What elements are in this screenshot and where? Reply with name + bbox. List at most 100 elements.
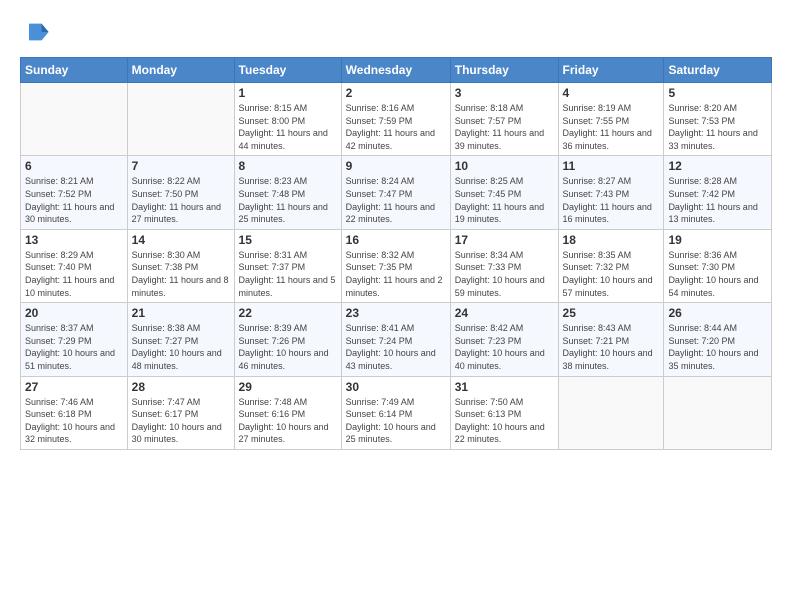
day-info: Sunrise: 7:49 AM Sunset: 6:14 PM Dayligh… <box>346 396 446 446</box>
day-info: Sunrise: 7:50 AM Sunset: 6:13 PM Dayligh… <box>455 396 554 446</box>
day-header-saturday: Saturday <box>664 58 772 83</box>
calendar-cell: 20Sunrise: 8:37 AM Sunset: 7:29 PM Dayli… <box>21 303 128 376</box>
day-info: Sunrise: 8:31 AM Sunset: 7:37 PM Dayligh… <box>239 249 337 299</box>
calendar-cell: 28Sunrise: 7:47 AM Sunset: 6:17 PM Dayli… <box>127 376 234 449</box>
day-number: 9 <box>346 159 446 173</box>
calendar-cell: 25 Sunrise: 8:43 AM Sunset: 7:21 PM Dayli… <box>558 303 664 376</box>
logo-icon <box>22 18 50 46</box>
day-info: Sunrise: 8:24 AM Sunset: 7:47 PM Dayligh… <box>346 175 446 225</box>
calendar-cell <box>127 83 234 156</box>
day-header-wednesday: Wednesday <box>341 58 450 83</box>
calendar-cell: 11 Sunrise: 8:27 AM Sunset: 7:43 PM Dayli… <box>558 156 664 229</box>
day-number: 15 <box>239 233 337 247</box>
day-info: Sunrise: 8:43 AM Sunset: 7:21 PM Dayligh… <box>563 322 660 372</box>
day-info: Sunrise: 8:29 AM Sunset: 7:40 PM Dayligh… <box>25 249 123 299</box>
day-info: Sunrise: 8:15 AM Sunset: 8:00 PM Dayligh… <box>239 102 337 152</box>
day-number: 29 <box>239 380 337 394</box>
day-number: 12 <box>668 159 767 173</box>
day-info: Sunrise: 8:20 AM Sunset: 7:53 PM Dayligh… <box>668 102 767 152</box>
day-info: Sunrise: 8:16 AM Sunset: 7:59 PM Dayligh… <box>346 102 446 152</box>
page: SundayMondayTuesdayWednesdayThursdayFrid… <box>0 0 792 612</box>
day-number: 11 <box>563 159 660 173</box>
calendar-cell: 21 Sunrise: 8:38 AM Sunset: 7:27 PM Dayli… <box>127 303 234 376</box>
day-header-monday: Monday <box>127 58 234 83</box>
calendar-cell: 13Sunrise: 8:29 AM Sunset: 7:40 PM Dayli… <box>21 229 128 302</box>
day-info: Sunrise: 8:27 AM Sunset: 7:43 PM Dayligh… <box>563 175 660 225</box>
calendar-cell: 8 Sunrise: 8:23 AM Sunset: 7:48 PM Daylig… <box>234 156 341 229</box>
calendar-cell: 12 Sunrise: 8:28 AM Sunset: 7:42 PM Dayli… <box>664 156 772 229</box>
day-info: Sunrise: 8:42 AM Sunset: 7:23 PM Dayligh… <box>455 322 554 372</box>
day-info: Sunrise: 8:39 AM Sunset: 7:26 PM Dayligh… <box>239 322 337 372</box>
day-info: Sunrise: 8:25 AM Sunset: 7:45 PM Dayligh… <box>455 175 554 225</box>
calendar-cell <box>664 376 772 449</box>
calendar-week-row: 13Sunrise: 8:29 AM Sunset: 7:40 PM Dayli… <box>21 229 772 302</box>
calendar-cell: 18Sunrise: 8:35 AM Sunset: 7:32 PM Dayli… <box>558 229 664 302</box>
calendar-cell: 24 Sunrise: 8:42 AM Sunset: 7:23 PM Dayli… <box>450 303 558 376</box>
header <box>20 18 772 51</box>
day-info: Sunrise: 8:32 AM Sunset: 7:35 PM Dayligh… <box>346 249 446 299</box>
day-number: 27 <box>25 380 123 394</box>
day-number: 25 <box>563 306 660 320</box>
day-info: Sunrise: 8:23 AM Sunset: 7:48 PM Dayligh… <box>239 175 337 225</box>
day-number: 8 <box>239 159 337 173</box>
calendar-cell: 1 Sunrise: 8:15 AM Sunset: 8:00 PM Daylig… <box>234 83 341 156</box>
calendar-table: SundayMondayTuesdayWednesdayThursdayFrid… <box>20 57 772 450</box>
day-number: 3 <box>455 86 554 100</box>
logo <box>20 18 50 51</box>
calendar-cell: 14Sunrise: 8:30 AM Sunset: 7:38 PM Dayli… <box>127 229 234 302</box>
day-number: 22 <box>239 306 337 320</box>
day-number: 30 <box>346 380 446 394</box>
calendar-cell <box>558 376 664 449</box>
day-info: Sunrise: 8:19 AM Sunset: 7:55 PM Dayligh… <box>563 102 660 152</box>
calendar-cell: 9 Sunrise: 8:24 AM Sunset: 7:47 PM Daylig… <box>341 156 450 229</box>
day-number: 23 <box>346 306 446 320</box>
day-number: 17 <box>455 233 554 247</box>
day-number: 19 <box>668 233 767 247</box>
day-info: Sunrise: 8:37 AM Sunset: 7:29 PM Dayligh… <box>25 322 123 372</box>
calendar-cell: 22 Sunrise: 8:39 AM Sunset: 7:26 PM Dayli… <box>234 303 341 376</box>
day-number: 10 <box>455 159 554 173</box>
calendar-cell: 2 Sunrise: 8:16 AM Sunset: 7:59 PM Daylig… <box>341 83 450 156</box>
calendar-cell: 29 Sunrise: 7:48 AM Sunset: 6:16 PM Dayli… <box>234 376 341 449</box>
day-info: Sunrise: 8:28 AM Sunset: 7:42 PM Dayligh… <box>668 175 767 225</box>
day-number: 18 <box>563 233 660 247</box>
day-number: 4 <box>563 86 660 100</box>
calendar-week-row: 1 Sunrise: 8:15 AM Sunset: 8:00 PM Daylig… <box>21 83 772 156</box>
day-info: Sunrise: 8:38 AM Sunset: 7:27 PM Dayligh… <box>132 322 230 372</box>
day-number: 24 <box>455 306 554 320</box>
day-number: 1 <box>239 86 337 100</box>
calendar-header-row: SundayMondayTuesdayWednesdayThursdayFrid… <box>21 58 772 83</box>
day-number: 2 <box>346 86 446 100</box>
day-number: 21 <box>132 306 230 320</box>
calendar-cell: 10 Sunrise: 8:25 AM Sunset: 7:45 PM Dayli… <box>450 156 558 229</box>
calendar-cell: 31 Sunrise: 7:50 AM Sunset: 6:13 PM Dayli… <box>450 376 558 449</box>
day-header-thursday: Thursday <box>450 58 558 83</box>
day-header-tuesday: Tuesday <box>234 58 341 83</box>
day-info: Sunrise: 8:36 AM Sunset: 7:30 PM Dayligh… <box>668 249 767 299</box>
day-header-friday: Friday <box>558 58 664 83</box>
calendar-week-row: 20Sunrise: 8:37 AM Sunset: 7:29 PM Dayli… <box>21 303 772 376</box>
calendar-cell: 16 Sunrise: 8:32 AM Sunset: 7:35 PM Dayli… <box>341 229 450 302</box>
calendar-cell: 7 Sunrise: 8:22 AM Sunset: 7:50 PM Daylig… <box>127 156 234 229</box>
day-info: Sunrise: 7:48 AM Sunset: 6:16 PM Dayligh… <box>239 396 337 446</box>
day-number: 16 <box>346 233 446 247</box>
day-number: 5 <box>668 86 767 100</box>
calendar-cell: 17Sunrise: 8:34 AM Sunset: 7:33 PM Dayli… <box>450 229 558 302</box>
day-info: Sunrise: 7:47 AM Sunset: 6:17 PM Dayligh… <box>132 396 230 446</box>
calendar-cell: 26 Sunrise: 8:44 AM Sunset: 7:20 PM Dayli… <box>664 303 772 376</box>
calendar-cell: 30 Sunrise: 7:49 AM Sunset: 6:14 PM Dayli… <box>341 376 450 449</box>
day-info: Sunrise: 8:21 AM Sunset: 7:52 PM Dayligh… <box>25 175 123 225</box>
calendar-week-row: 6Sunrise: 8:21 AM Sunset: 7:52 PM Daylig… <box>21 156 772 229</box>
day-number: 7 <box>132 159 230 173</box>
calendar-cell: 5 Sunrise: 8:20 AM Sunset: 7:53 PM Daylig… <box>664 83 772 156</box>
day-number: 31 <box>455 380 554 394</box>
calendar-cell: 23 Sunrise: 8:41 AM Sunset: 7:24 PM Dayli… <box>341 303 450 376</box>
day-info: Sunrise: 8:18 AM Sunset: 7:57 PM Dayligh… <box>455 102 554 152</box>
calendar-cell: 6Sunrise: 8:21 AM Sunset: 7:52 PM Daylig… <box>21 156 128 229</box>
calendar-cell: 15 Sunrise: 8:31 AM Sunset: 7:37 PM Dayli… <box>234 229 341 302</box>
day-number: 26 <box>668 306 767 320</box>
day-info: Sunrise: 8:22 AM Sunset: 7:50 PM Dayligh… <box>132 175 230 225</box>
day-info: Sunrise: 8:44 AM Sunset: 7:20 PM Dayligh… <box>668 322 767 372</box>
day-info: Sunrise: 8:30 AM Sunset: 7:38 PM Dayligh… <box>132 249 230 299</box>
day-info: Sunrise: 8:41 AM Sunset: 7:24 PM Dayligh… <box>346 322 446 372</box>
